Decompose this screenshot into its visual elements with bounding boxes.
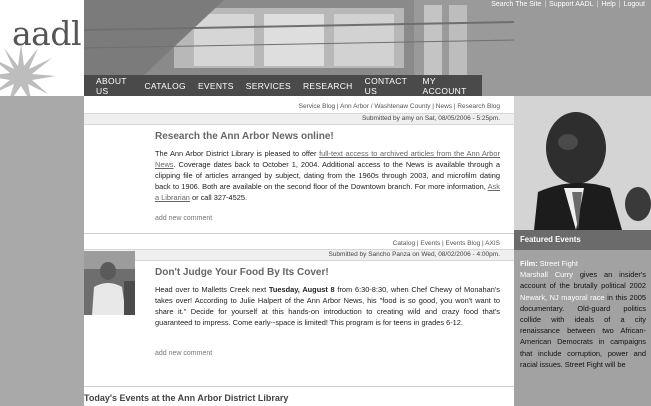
newark-race-link[interactable]: Newark, NJ mayoral race [520,293,605,302]
main-content: Service Blog | Ann Arbor / Washtenaw Cou… [84,96,514,406]
nav-research[interactable]: RESEARCH [303,81,353,91]
main-nav: ABOUT US CATALOG EVENTS SERVICES RESEARC… [84,75,482,96]
featured-portrait [514,96,651,230]
support-aadl-link[interactable]: Support AADL [549,1,593,8]
post2-body: Head over to Malletts Creek next Tuesday… [155,284,500,328]
film-desc-2: in this 2005 documentary. Old-guard poli… [520,292,646,369]
header-right-panel: Search The Site | Support AADL | Help | Logout [491,0,651,96]
nav-events[interactable]: EVENTS [198,81,234,91]
post2-add-comment-link[interactable]: add new comment [155,350,212,357]
chef-photo [84,251,135,315]
post1-title[interactable]: Research the Ann Arbor News online! [155,131,334,142]
post1-submitted: Submitted by amy on Sat, 08/05/2006 - 5:… [361,115,500,122]
post2-event-date: Tuesday, August 8 [268,285,335,294]
nav-tail [482,75,514,96]
header-photo-banner [84,0,514,75]
left-gutter [0,96,84,406]
utility-links: Search The Site | Support AADL | Help | Logout [491,1,645,8]
post1-blog-links[interactable]: Service Blog | Ann Arbor / Washtenaw Cou… [299,103,500,110]
post2-submitted: Submitted by Sancho Panza on Wed, 08/02/… [328,251,500,258]
events-divider [84,386,514,387]
post2-blog-links[interactable]: Catalog | Events | Events Blog | AXIS [393,240,500,247]
logo-area: aadl.org [0,0,84,96]
search-site-link[interactable]: Search The Site [491,1,541,8]
post-divider [84,233,514,234]
post2-body-text: Head over to Malletts Creek next [155,285,269,294]
film-label: Film: [520,259,538,268]
site-logo[interactable]: aadl.org [12,14,84,53]
post1-body-text-2: . Coverage dates back to October 1, 2004… [155,160,500,191]
nav-my-account[interactable]: MY ACCOUNT [422,76,470,96]
post1-body-text-3: or call 327-4525. [189,193,248,202]
nav-contact-us[interactable]: CONTACT US [365,76,411,96]
nav-about-us[interactable]: ABOUT US [96,76,132,96]
featured-events-heading: Featured Events [514,230,651,250]
post1-add-comment-link[interactable]: add new comment [155,215,212,222]
post2-title[interactable]: Don't Judge Your Food By Its Cover! [155,267,329,278]
logout-link[interactable]: Logout [624,1,645,8]
nav-services[interactable]: SERVICES [246,81,291,91]
featured-film-text: Film: Street Fight Marshall Curry gives … [520,258,646,370]
post1-body-text: The Ann Arbor District Library is please… [155,149,320,158]
help-link[interactable]: Help [601,1,615,8]
interior-photo [84,0,514,75]
film-title-link[interactable]: Street Fight [540,259,578,268]
right-sidebar: Featured Events Film: Street Fight Marsh… [514,96,651,406]
post1-body: The Ann Arbor District Library is please… [155,148,500,203]
marshall-curry-link[interactable]: Marshall Curry [520,270,573,279]
nav-catalog[interactable]: CATALOG [144,81,185,91]
todays-events-heading: Today's Events at the Ann Arbor District… [84,393,289,403]
